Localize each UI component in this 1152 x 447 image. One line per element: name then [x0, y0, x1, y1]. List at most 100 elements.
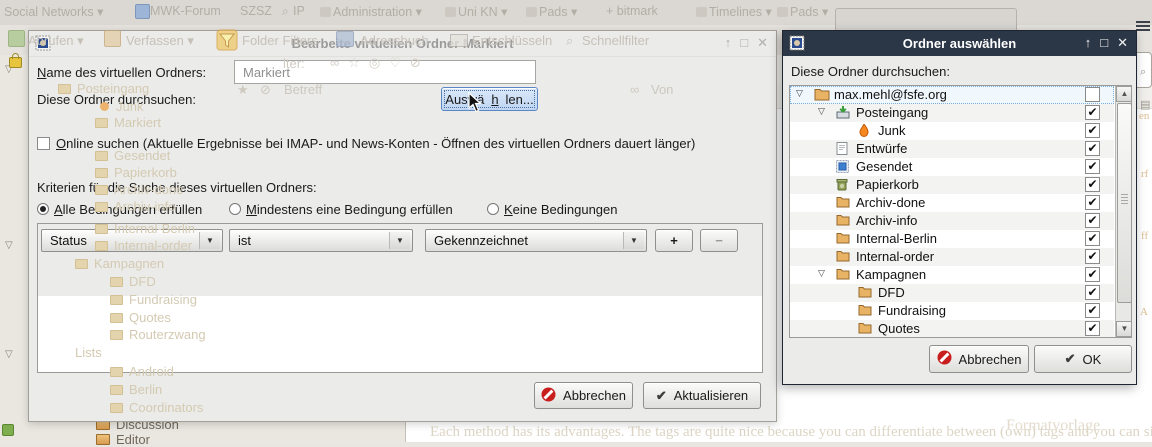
folder-checkbox[interactable]: ✔ [1085, 249, 1100, 264]
search-operator-dropdown[interactable]: ist▼ [229, 229, 413, 252]
dialog-titlebar[interactable]: Ordner auswählen ↑ □ ✕ [783, 31, 1136, 56]
inbox-icon [836, 106, 850, 122]
bookmark-item[interactable]: SZSZ [240, 4, 272, 18]
online-search-checkbox[interactable] [37, 137, 50, 150]
tree-row[interactable]: Gesendet✔ [790, 158, 1114, 176]
close-button[interactable]: ✕ [757, 35, 768, 51]
tree-row[interactable]: ▽Kampagnen✔ [790, 266, 1114, 284]
tree-row[interactable]: Archiv-info ✔ [790, 212, 1114, 230]
background-text-fragment: A [1140, 306, 1148, 318]
tree-row[interactable]: Internal-order ✔ [790, 248, 1114, 266]
folder-label: Junk [878, 123, 905, 138]
background-text-fragment: rf [1141, 168, 1148, 180]
folder-checkbox[interactable]: ✔ [1085, 195, 1100, 210]
minimize-button[interactable]: ↑ [1085, 35, 1092, 51]
minimize-button[interactable]: ↑ [725, 35, 732, 51]
folder-checkbox[interactable]: ✔ [1085, 321, 1100, 336]
dialog-titlebar[interactable]: Bearbeite virtuellen Ordner Markiert ↑ □… [29, 31, 776, 57]
expander-triangle[interactable]: ▽ [5, 349, 13, 360]
folder-label: Archiv-info [856, 213, 917, 228]
cancel-button[interactable]: Abbrechen [929, 345, 1029, 373]
folder-label: Internal-order [856, 249, 934, 264]
cancel-button[interactable]: Abbrechen [534, 382, 633, 409]
bookmark-item[interactable]: Pads ▾ [790, 4, 828, 19]
bookmark-item[interactable]: IP [293, 4, 305, 18]
tree-row[interactable]: Quotes ✔ [790, 320, 1114, 338]
match-none-radio[interactable] [487, 203, 499, 215]
bookmark-item[interactable]: Social Networks ▾ [4, 4, 103, 19]
bookmark-item[interactable]: + bitmark [606, 4, 658, 18]
folder-label: Fundraising [878, 303, 946, 318]
tree-row[interactable]: Junk ✔ [790, 122, 1114, 140]
close-button[interactable]: ✕ [1117, 35, 1128, 51]
folder-checkbox[interactable]: ✔ [1085, 303, 1100, 318]
cancel-icon [937, 350, 952, 368]
folder-icon [858, 304, 872, 319]
bookmark-item[interactable]: Pads ▾ [539, 4, 577, 19]
folder-checkbox[interactable]: ✔ [1085, 231, 1100, 246]
folder-checkbox[interactable]: ✔ [1085, 285, 1100, 300]
maximize-button[interactable]: □ [740, 35, 748, 51]
expander-triangle[interactable]: ▽ [818, 268, 825, 279]
folder-tree: ▽max.mehl@fsfe.org▽Posteingang✔Junk✔Entw… [789, 85, 1132, 338]
expander-triangle[interactable]: ▽ [796, 88, 803, 99]
folder-checkbox[interactable]: ✔ [1085, 267, 1100, 282]
folder-name-input[interactable] [234, 60, 536, 84]
folder-label: Entwürfe [856, 141, 907, 156]
mouse-cursor [468, 92, 486, 119]
folder-checkbox[interactable]: ✔ [1085, 105, 1100, 120]
add-criterion-button[interactable]: + [655, 229, 693, 252]
folder-icon [836, 196, 850, 211]
ok-button[interactable]: ✔ OK [1034, 345, 1132, 373]
folder-checkbox[interactable]: ✔ [1085, 159, 1100, 174]
scrollbar-thumb[interactable] [1117, 103, 1132, 303]
trash-icon [836, 178, 848, 194]
folder-checkbox[interactable]: ✔ [1085, 141, 1100, 156]
search-icon: ⌕ [282, 4, 289, 19]
remove-criterion-button[interactable]: − [700, 229, 738, 252]
tree-row[interactable]: Fundraising ✔ [790, 302, 1114, 320]
search-attribute-dropdown[interactable]: Status▼ [41, 229, 223, 252]
column-picker-icon[interactable]: ⌕ [1140, 66, 1146, 79]
online-search-label: Online suchen (Aktuelle Ergebnisse bei I… [56, 136, 695, 151]
scroll-up-button[interactable]: ▲ [1116, 86, 1132, 102]
dialog-title: Ordner auswählen [783, 36, 1136, 51]
maximize-button[interactable]: □ [1100, 35, 1108, 51]
bookmark-item[interactable]: Uni KN ▾ [458, 4, 507, 19]
tree-row[interactable]: Papierkorb✔ [790, 176, 1114, 194]
tree-row[interactable]: DFD✔ [790, 284, 1114, 302]
folder-checkbox[interactable]: ✔ [1085, 213, 1100, 228]
search-folders-label: Diese Ordner durchsuchen: [791, 64, 950, 79]
search-folders-label: Diese Ordner durchsuchen: [37, 92, 196, 107]
bookmark-item[interactable]: Timelines ▾ [709, 4, 772, 19]
update-button[interactable]: ✔ Aktualisieren [643, 382, 761, 409]
folder-checkbox[interactable]: ✔ [1085, 177, 1100, 192]
match-any-radio[interactable] [229, 203, 241, 215]
tree-row[interactable]: Entwürfe ✔ [790, 140, 1114, 158]
menu-icon[interactable] [1136, 21, 1150, 33]
account-icon [2, 424, 14, 436]
scroll-down-button[interactable]: ▼ [1116, 321, 1132, 337]
expander-triangle[interactable]: ▽ [5, 240, 13, 251]
tree-row[interactable]: ▽Posteingang✔ [790, 104, 1114, 122]
match-all-radio[interactable] [37, 203, 49, 215]
scrollbar[interactable]: ▲ ▼ [1115, 86, 1132, 337]
expander-triangle[interactable]: ▽ [818, 106, 825, 117]
folder-label: Quotes [878, 321, 920, 336]
sidebar-item-editor[interactable]: Editor [96, 432, 150, 447]
bookmark-item[interactable]: MWK-Forum [150, 4, 221, 18]
match-none-label: Keine Bedingungen [504, 202, 618, 217]
choose-folders-button[interactable]: Auswählen... [441, 87, 538, 111]
folder-label: Archiv-done [856, 195, 925, 210]
folder-checkbox[interactable]: ✔ [1085, 123, 1100, 138]
cancel-icon [541, 387, 556, 405]
tree-row[interactable]: ▽max.mehl@fsfe.org [790, 86, 1114, 104]
bookmark-item[interactable]: Administration ▾ [333, 4, 422, 19]
account-folder-icon [814, 88, 830, 104]
search-value-dropdown[interactable]: Gekennzeichnet▼ [425, 229, 647, 252]
sent-icon [836, 160, 849, 176]
tree-row[interactable]: Archiv-done ✔ [790, 194, 1114, 212]
junk-icon [858, 124, 870, 140]
tree-row[interactable]: Internal-Berlin✔ [790, 230, 1114, 248]
folder-checkbox[interactable] [1085, 87, 1100, 102]
